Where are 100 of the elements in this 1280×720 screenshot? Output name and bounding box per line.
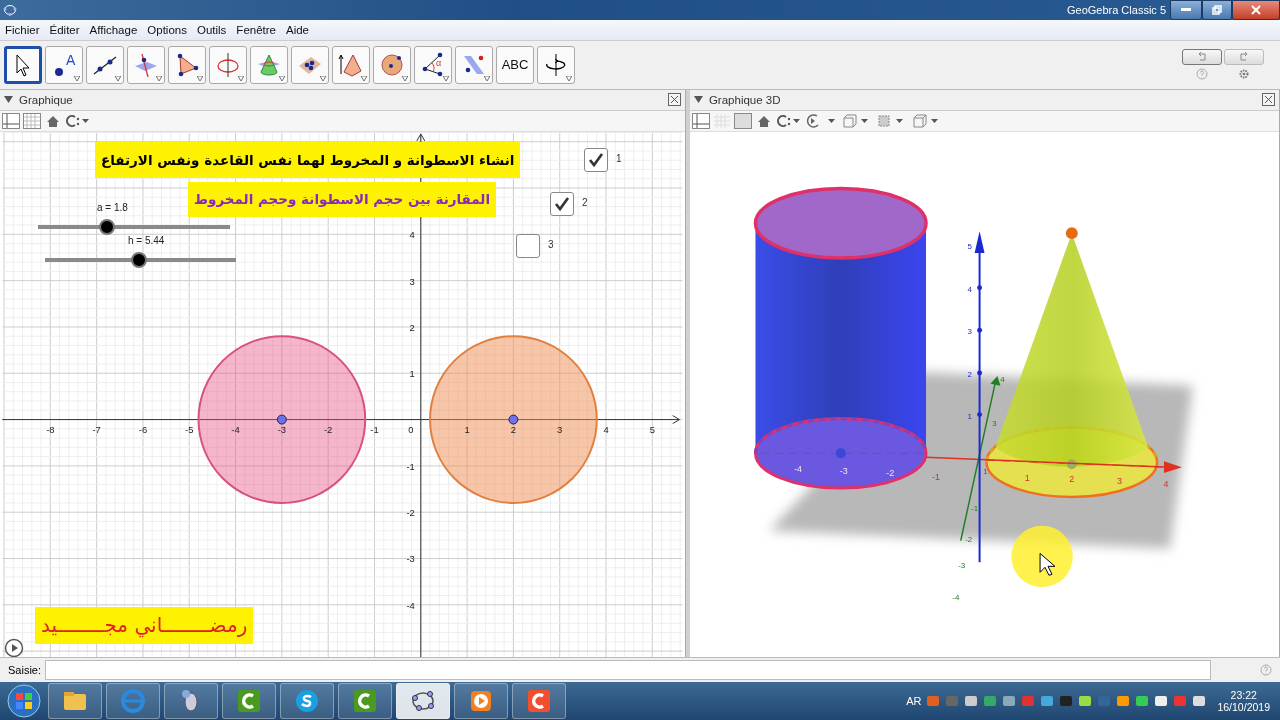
tray-icon[interactable]: [1040, 694, 1055, 709]
collapse-icon[interactable]: [693, 96, 703, 104]
axes-toggle-icon[interactable]: [2, 112, 20, 129]
taskbar-button[interactable]: [454, 683, 508, 720]
menu-item[interactable]: Options: [142, 23, 192, 36]
text-tool-button[interactable]: ABC: [496, 45, 534, 84]
tray-icon[interactable]: [1116, 694, 1131, 709]
slider-label: h = 5.44: [128, 234, 165, 246]
tick-label: 3: [1116, 475, 1122, 486]
settings-icon[interactable]: [1238, 68, 1250, 81]
close-icon[interactable]: [1262, 93, 1275, 107]
menu-item[interactable]: Aide: [281, 23, 315, 36]
close-icon[interactable]: [667, 93, 681, 107]
tick-label: 1: [1024, 472, 1030, 483]
language-indicator[interactable]: AR: [906, 695, 922, 708]
menu-item[interactable]: Fichier: [0, 23, 45, 36]
slider-thumb[interactable]: [99, 218, 116, 235]
clock-time: 23:22: [1230, 689, 1257, 702]
grid-toggle-icon[interactable]: [23, 112, 41, 129]
menu-item[interactable]: Outils: [191, 23, 232, 36]
dropdown-icon[interactable]: [156, 75, 162, 81]
minimize-button[interactable]: [1170, 0, 1202, 20]
chat-icon[interactable]: [294, 688, 320, 715]
axes-toggle-icon[interactable]: [691, 112, 710, 129]
taskbar-button[interactable]: [222, 683, 276, 720]
style-dropdown-icon[interactable]: [65, 112, 91, 129]
tick-label: -3: [839, 465, 848, 476]
tool-button[interactable]: α: [414, 45, 452, 84]
tick-label: 4: [1163, 478, 1169, 489]
dropdown-icon[interactable]: [320, 75, 326, 81]
slider[interactable]: [38, 218, 230, 235]
tick-label: -2: [886, 467, 895, 478]
tick-label: -2: [406, 506, 415, 518]
dropdown-icon[interactable]: [115, 75, 121, 81]
dropdown-icon[interactable]: [361, 75, 367, 81]
center-point[interactable]: [508, 414, 519, 425]
tray-icon[interactable]: [1154, 694, 1169, 709]
tray-icon[interactable]: [1192, 694, 1207, 709]
taskbar-button[interactable]: [396, 683, 450, 720]
dropdown-icon[interactable]: [238, 75, 244, 81]
play-icon[interactable]: [4, 637, 24, 658]
tray-icon[interactable]: [1078, 694, 1093, 709]
taskbar-button[interactable]: [106, 683, 160, 720]
tick-label: 4: [409, 229, 415, 240]
taskbar-button[interactable]: [48, 683, 102, 720]
taskbar-button[interactable]: [164, 683, 218, 720]
rotation-dropdown-icon[interactable]: [804, 112, 837, 129]
tool-button[interactable]: [168, 45, 206, 84]
plane-toggle-icon[interactable]: [733, 112, 752, 129]
checkbox-label: 2: [582, 196, 588, 208]
menu-item[interactable]: Fenêtre: [231, 23, 281, 36]
close-button[interactable]: [1232, 0, 1280, 20]
dropdown-icon[interactable]: [443, 75, 449, 81]
tool-button[interactable]: [4, 45, 42, 84]
taskbar-button[interactable]: [280, 683, 334, 720]
undo-button[interactable]: [1182, 49, 1222, 66]
tool-button[interactable]: [537, 45, 575, 84]
taskbar-button[interactable]: [338, 683, 392, 720]
tick-label: -1: [370, 424, 379, 436]
plane-line-icon: [133, 51, 159, 78]
center-point[interactable]: [276, 414, 287, 425]
dropdown-icon[interactable]: [484, 75, 490, 81]
dropdown-icon[interactable]: [566, 75, 572, 81]
checkbox[interactable]: [550, 191, 574, 216]
check-icon: [554, 195, 570, 212]
maximize-button[interactable]: [1202, 0, 1232, 20]
checkbox[interactable]: [516, 233, 540, 258]
tick-label: 5: [649, 424, 655, 436]
menu-item[interactable]: Affichage: [84, 23, 143, 36]
dropdown-icon[interactable]: [279, 75, 285, 81]
collapse-icon[interactable]: [4, 96, 13, 104]
tray-icon[interactable]: [964, 694, 979, 709]
dropdown-icon[interactable]: [74, 75, 80, 81]
checkbox[interactable]: [584, 147, 608, 172]
style-dropdown-icon[interactable]: [775, 112, 802, 129]
slider-thumb[interactable]: [130, 251, 147, 268]
cursor-icon: [1039, 552, 1056, 576]
tick-label: 3: [557, 424, 563, 436]
tick-label: -2: [965, 534, 973, 544]
tick-label: 3: [992, 418, 997, 428]
dropdown-icon[interactable]: [402, 75, 408, 81]
input-field[interactable]: [45, 660, 1212, 681]
start-button[interactable]: [4, 683, 44, 720]
tick-label: -4: [231, 424, 240, 436]
tick-label: 1: [967, 411, 972, 421]
menu-item[interactable]: Éditer: [44, 23, 85, 36]
tick-label: -4: [952, 592, 960, 602]
tick-label: -7: [92, 424, 101, 436]
slider[interactable]: [45, 251, 236, 268]
checkbox-label: 1: [616, 152, 622, 164]
tick-label: -4: [406, 599, 415, 611]
tray-icon[interactable]: [1135, 694, 1150, 709]
tool-button[interactable]: [86, 45, 124, 84]
dropdown-icon[interactable]: [197, 75, 203, 81]
tick-label: -1: [931, 471, 940, 482]
tray-icon[interactable]: [1002, 694, 1017, 709]
taskbar-button[interactable]: [512, 683, 566, 720]
tool-button[interactable]: [291, 45, 329, 84]
tick-label: -5: [185, 424, 194, 436]
tool-button[interactable]: A: [45, 45, 83, 84]
